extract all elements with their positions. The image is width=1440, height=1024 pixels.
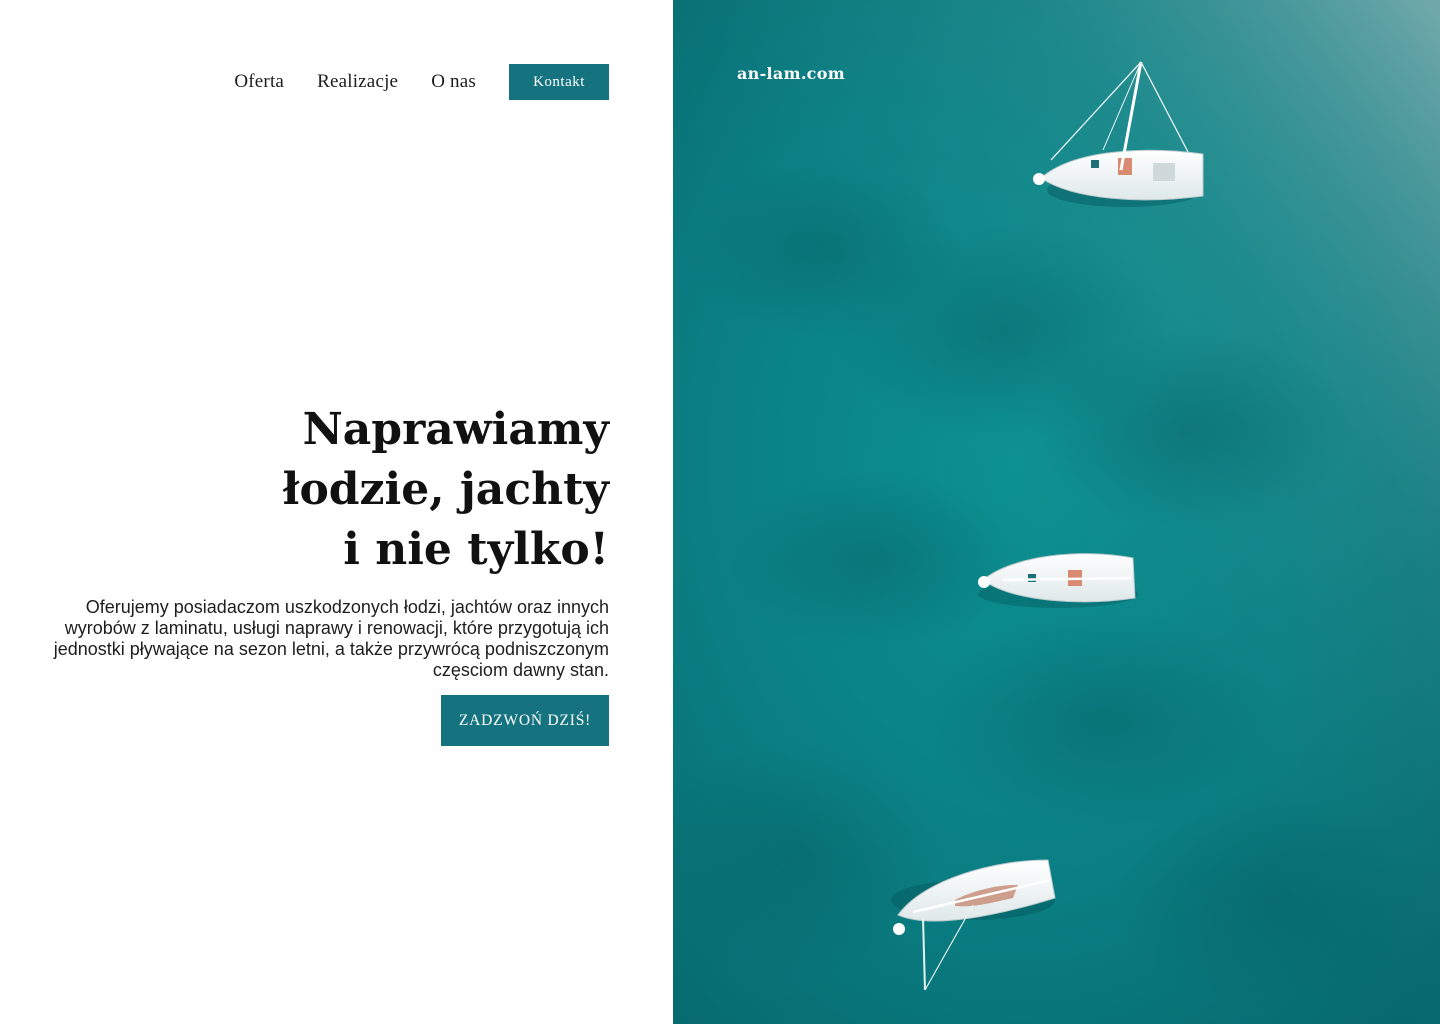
landing-page: Oferta Realizacje O nas Kontakt Naprawia… — [0, 0, 1440, 1024]
contact-button[interactable]: Kontakt — [509, 64, 609, 100]
site-logo[interactable]: an-lam.com — [737, 64, 845, 83]
hero-image-panel: an-lam.com — [673, 0, 1440, 1024]
hero-title-line: Naprawiamy — [302, 404, 609, 455]
hero-content-panel: Oferta Realizacje O nas Kontakt Naprawia… — [0, 0, 673, 1024]
sea-boats-photo — [673, 0, 1440, 1024]
nav-link-oferta[interactable]: Oferta — [234, 64, 284, 100]
hero-title-line: łodzie, jachty — [282, 464, 609, 515]
nav-link-o-nas[interactable]: O nas — [431, 64, 476, 100]
hero-title: Naprawiamy łodzie, jachty i nie tylko! — [89, 400, 609, 580]
call-now-button[interactable]: ZADZWOŃ DZIŚ! — [441, 695, 609, 746]
nav-link-realizacje[interactable]: Realizacje — [317, 64, 398, 100]
hero-description: Oferujemy posiadaczom uszkodzonych łodzi… — [53, 597, 609, 680]
main-navigation: Oferta Realizacje O nas Kontakt — [234, 64, 609, 100]
hero-title-line: i nie tylko! — [343, 524, 609, 575]
